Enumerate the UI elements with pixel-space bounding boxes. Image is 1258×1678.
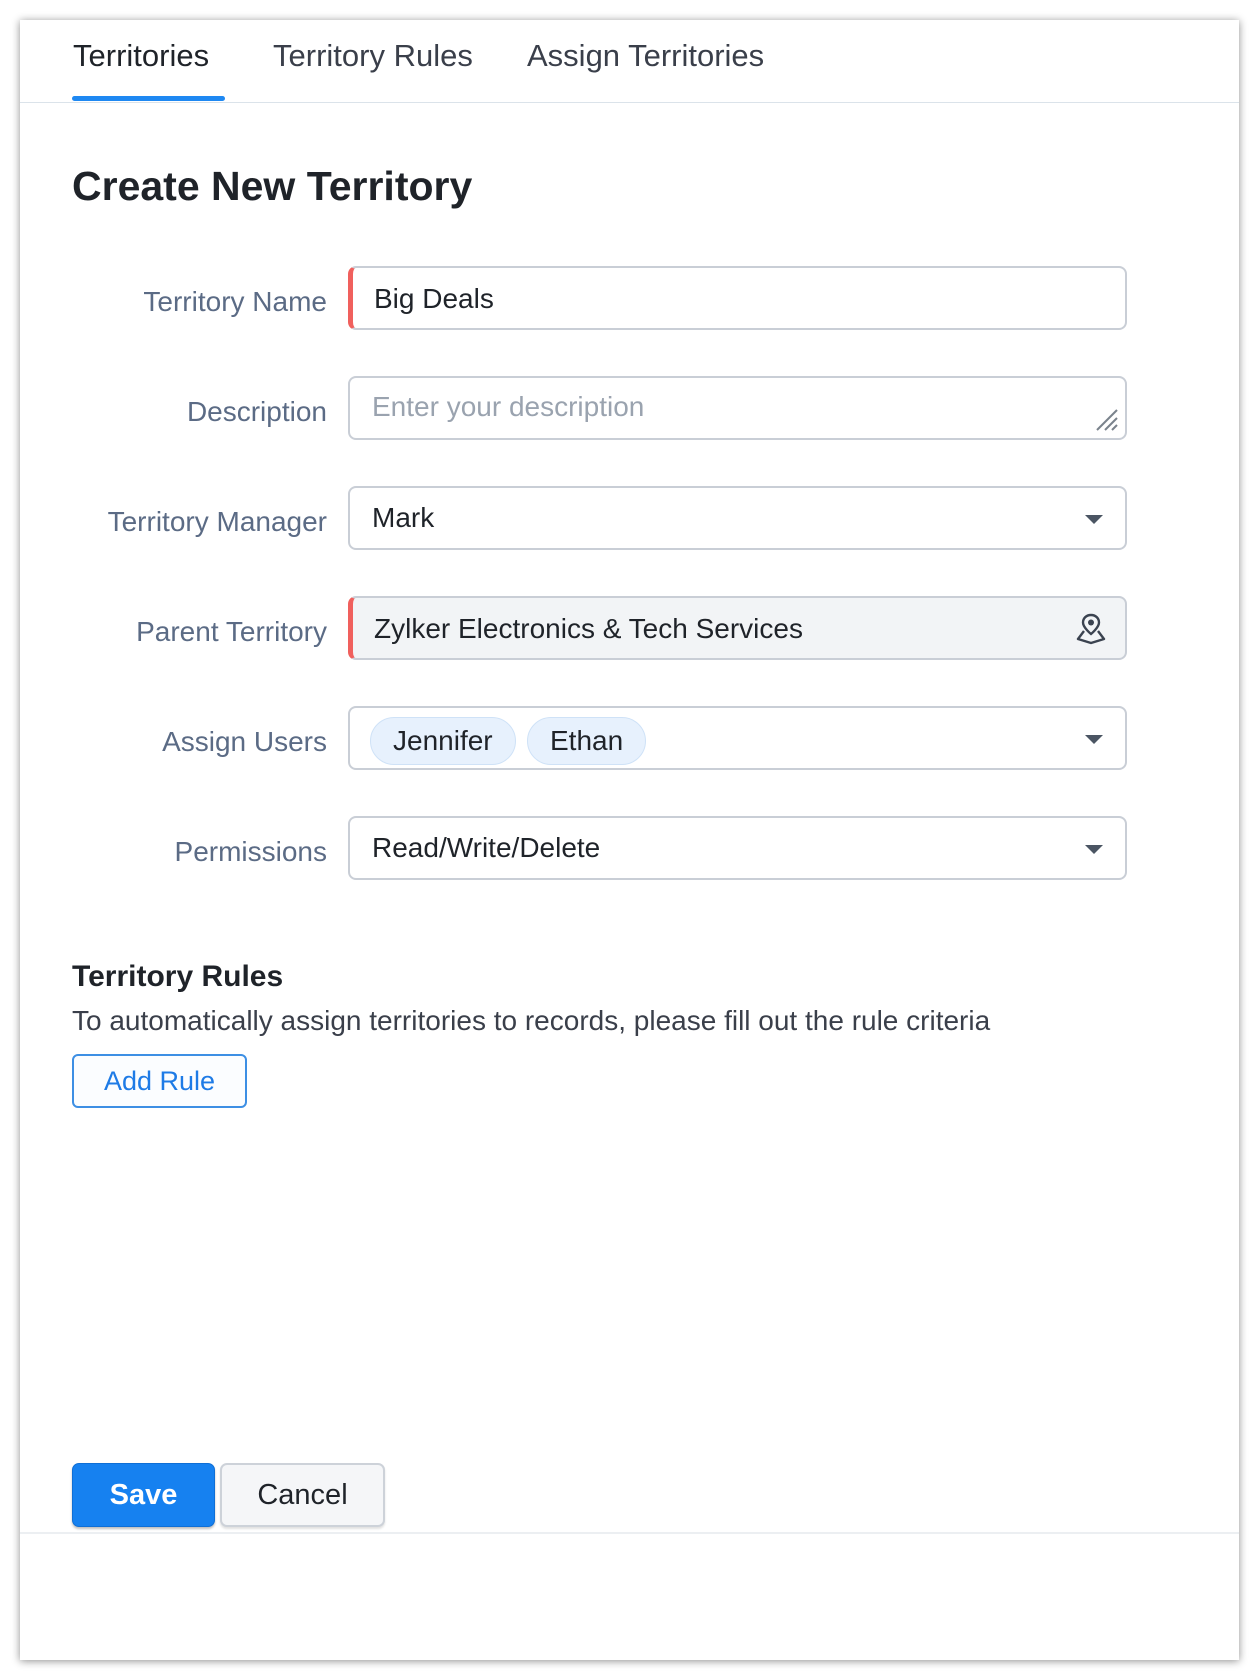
territory-manager-value: Mark [372, 502, 435, 533]
page-title: Create New Territory [72, 163, 473, 209]
territory-pin-icon[interactable] [1075, 612, 1107, 646]
create-territory-panel: Territories Territory Rules Assign Terri… [20, 20, 1239, 1660]
user-chip-jennifer[interactable]: Jennifer [370, 717, 516, 765]
territory-rules-heading: Territory Rules [72, 960, 284, 993]
save-button[interactable]: Save [72, 1463, 215, 1527]
chevron-down-icon [1085, 515, 1103, 524]
parent-territory-label: Parent Territory [136, 616, 327, 647]
tab-territory-rules[interactable]: Territory Rules [273, 38, 473, 74]
territory-rules-description: To automatically assign territories to r… [72, 1005, 991, 1036]
permissions-select[interactable]: Read/Write/Delete [348, 816, 1127, 880]
territory-name-label: Territory Name [143, 286, 327, 317]
territory-manager-label: Territory Manager [107, 506, 327, 537]
permissions-value: Read/Write/Delete [372, 832, 601, 863]
assign-users-multiselect[interactable]: Jennifer Ethan [348, 706, 1127, 770]
chevron-down-icon [1085, 735, 1103, 744]
user-chip-ethan[interactable]: Ethan [527, 717, 647, 765]
form-footer [20, 1532, 1239, 1660]
description-label: Description [186, 396, 327, 427]
resize-handle-icon[interactable] [1093, 406, 1119, 432]
territory-name-value: Big Deals [374, 283, 494, 314]
permissions-label: Permissions [174, 836, 327, 867]
territory-manager-select[interactable]: Mark [348, 486, 1127, 550]
active-tab-indicator [72, 96, 225, 101]
assign-users-label: Assign Users [162, 726, 327, 757]
description-textarea[interactable]: Enter your description [348, 376, 1127, 440]
parent-territory-value: Zylker Electronics & Tech Services [374, 613, 803, 644]
add-rule-button[interactable]: Add Rule [72, 1054, 247, 1108]
chevron-down-icon [1085, 845, 1103, 854]
cancel-button[interactable]: Cancel [220, 1463, 385, 1527]
tab-territories[interactable]: Territories [73, 38, 209, 74]
description-placeholder: Enter your description [372, 391, 645, 422]
territory-name-input[interactable]: Big Deals [348, 266, 1127, 330]
tab-assign-territories[interactable]: Assign Territories [527, 38, 764, 74]
parent-territory-lookup[interactable]: Zylker Electronics & Tech Services [348, 596, 1127, 660]
tab-bar: Territories Territory Rules Assign Terri… [20, 20, 1239, 103]
